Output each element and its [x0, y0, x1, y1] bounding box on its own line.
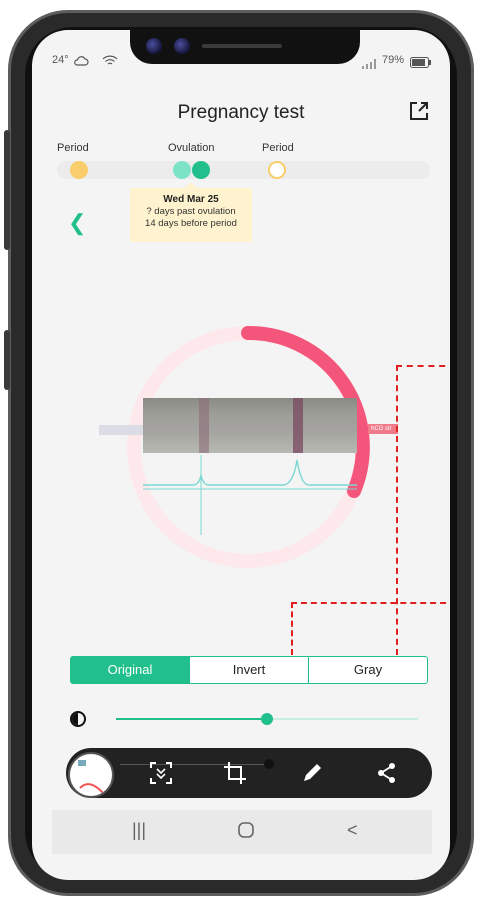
volume-button — [4, 130, 10, 250]
date-tooltip: Wed Mar 25 ? days past ovulation 14 days… — [130, 182, 252, 242]
intensity-curve — [143, 455, 357, 535]
tooltip-line2: 14 days before period — [145, 218, 237, 229]
image-thumbnail[interactable] — [68, 752, 114, 798]
test-strip-image — [143, 398, 357, 453]
control-line — [199, 398, 209, 453]
tooltip-line1: ? days past ovulation — [146, 206, 236, 217]
cycle-track[interactable] — [57, 161, 430, 179]
screen: 24° 79% Pregnancy test Period Ovulation … — [32, 30, 450, 880]
tooltip-date: Wed Mar 25 — [163, 194, 219, 205]
signal-icon — [362, 56, 376, 74]
label-period-next: Period — [262, 142, 294, 154]
crop-icon[interactable] — [220, 758, 250, 788]
guide-line — [291, 602, 450, 604]
next-period-dot[interactable] — [268, 161, 286, 179]
toolbar-slider-dot[interactable] — [264, 759, 274, 769]
test-line — [293, 398, 303, 453]
label-period: Period — [57, 142, 89, 154]
label-ovulation: Ovulation — [168, 142, 215, 154]
camera-icon — [146, 38, 162, 54]
hcg-tag: hCG str — [368, 424, 398, 434]
guide-line — [396, 365, 450, 367]
pencil-icon[interactable] — [297, 758, 327, 788]
page-title: Pregnancy test — [177, 102, 305, 123]
recent-apps-button[interactable]: ||| — [132, 820, 146, 841]
guide-line — [291, 602, 293, 655]
tab-original[interactable]: Original — [71, 657, 189, 683]
tab-invert[interactable]: Invert — [189, 657, 308, 683]
notch — [130, 30, 360, 64]
battery-text: 79% — [382, 54, 405, 66]
share-icon[interactable] — [408, 100, 430, 122]
home-button[interactable] — [238, 822, 254, 843]
guide-line — [396, 365, 398, 655]
temperature-text: 24° — [52, 54, 69, 66]
share-icon[interactable] — [372, 758, 402, 788]
scan-icon[interactable] — [146, 758, 176, 788]
battery-icon — [410, 55, 432, 73]
back-button[interactable]: < — [347, 820, 358, 841]
strip-handle — [99, 425, 143, 435]
tab-gray[interactable]: Gray — [308, 657, 427, 683]
power-button — [4, 330, 10, 390]
ovulation-dot[interactable] — [192, 161, 210, 179]
system-nav-bar: ||| < — [52, 810, 432, 854]
view-mode-segmented[interactable]: Original Invert Gray — [70, 656, 428, 684]
chevron-left-icon[interactable]: ❮ — [68, 210, 86, 236]
wifi-icon — [102, 54, 118, 72]
ovulation-dot-light[interactable] — [173, 161, 191, 179]
contrast-slider-thumb[interactable] — [261, 713, 273, 725]
contrast-slider-fill — [116, 718, 267, 720]
cloud-icon — [73, 54, 89, 72]
contrast-icon — [70, 711, 86, 727]
camera-icon — [174, 38, 190, 54]
period-dot[interactable] — [70, 161, 88, 179]
speaker-grill — [202, 44, 282, 48]
